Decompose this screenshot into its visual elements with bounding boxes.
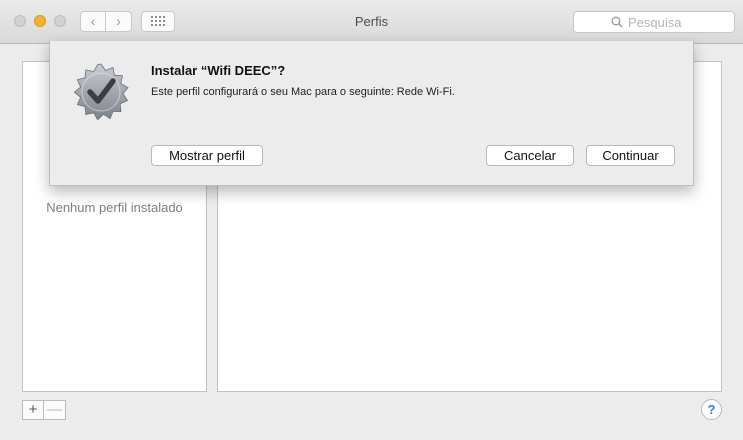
empty-list-label: Nenhum perfil instalado: [46, 200, 183, 215]
search-icon: [611, 16, 623, 28]
search-input[interactable]: [628, 15, 728, 29]
install-profile-sheet: Instalar “Wifi DEEC”? Este perfil config…: [49, 41, 694, 186]
checkmark-badge-icon: [73, 63, 129, 121]
sheet-message: Este perfil configurará o seu Mac para o…: [151, 86, 455, 98]
continue-button[interactable]: Continuar: [586, 145, 675, 166]
search-field[interactable]: [573, 11, 735, 33]
cancel-button[interactable]: Cancelar: [486, 145, 574, 166]
show-profile-button[interactable]: Mostrar perfil: [151, 145, 263, 166]
help-button[interactable]: ?: [701, 399, 722, 420]
title-bar: ‹ › Perfis: [0, 0, 743, 44]
add-remove-controls: + —: [22, 400, 66, 420]
add-profile-button[interactable]: +: [22, 400, 44, 420]
remove-profile-button[interactable]: —: [44, 400, 66, 420]
sheet-title: Instalar “Wifi DEEC”?: [151, 63, 286, 78]
